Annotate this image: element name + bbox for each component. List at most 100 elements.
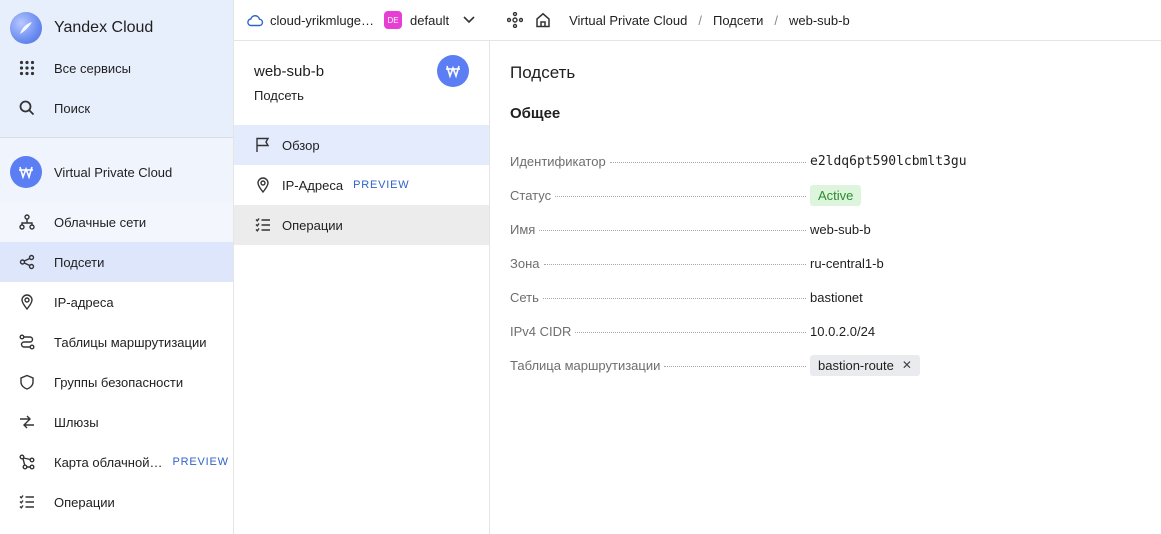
all-services-label: Все сервисы [54, 60, 131, 76]
breadcrumb-subnets[interactable]: Подсети [713, 13, 763, 28]
search-button[interactable]: Поиск [0, 88, 233, 128]
sidebar-item-label: Подсети [54, 254, 105, 270]
property-key: Имя [510, 221, 536, 237]
breadcrumb-vpc[interactable]: Virtual Private Cloud [569, 13, 687, 28]
network-icon [16, 211, 38, 233]
page-title: Подсеть [510, 63, 576, 82]
main-content: Подсеть Общее Идентификатор e2ldq6pt590l… [490, 41, 1161, 534]
folder-badge: DE [384, 11, 403, 29]
sidebar-item-operations[interactable]: Операции [0, 482, 233, 522]
sidebar-item-gateways[interactable]: Шлюзы [0, 402, 233, 442]
sidebar-item-ip-addresses[interactable]: IP-адреса [0, 282, 233, 322]
breadcrumb-separator: / [698, 12, 702, 28]
sidebar-item-label: Облачные сети [54, 214, 147, 230]
close-icon[interactable]: ✕ [902, 358, 912, 372]
sidebar-item-subnets[interactable]: Подсети [0, 242, 233, 282]
topology-icon[interactable] [507, 12, 524, 28]
sidebar-header: Yandex Cloud Все сервисы Поиск [0, 0, 233, 138]
all-services-button[interactable]: Все сервисы [0, 48, 233, 88]
sidebar-item-cloud-map[interactable]: Карта облачной… PREVIEW [0, 442, 233, 482]
folder-name: default [410, 12, 450, 28]
property-value-id[interactable]: e2ldq6pt590lcbmlt3gu [810, 154, 967, 169]
map-icon [16, 451, 38, 473]
chevron-down-icon [463, 16, 475, 24]
tab-label: Обзор [282, 137, 320, 153]
service-name: Virtual Private Cloud [54, 164, 173, 180]
tab-ip-addresses[interactable]: IP-Адреса PREVIEW [234, 165, 489, 205]
cloud-icon [246, 13, 264, 27]
home-icon[interactable] [535, 12, 551, 28]
preview-badge: PREVIEW [172, 456, 229, 468]
list-icon [16, 491, 38, 513]
location-pin-icon [16, 291, 38, 313]
status-badge: Active [810, 184, 862, 206]
service-header[interactable]: Virtual Private Cloud [0, 138, 233, 202]
grid-icon [16, 57, 38, 79]
dotted-leader [542, 297, 806, 299]
property-key: Таблица маршрутизации [510, 357, 661, 373]
sidebar-item-route-tables[interactable]: Таблицы маршрутизации [0, 322, 233, 362]
property-row-route-table: Таблица маршрутизации bastion-route ✕ [510, 348, 1161, 382]
cloud-name: cloud-yrikmluge… [270, 12, 375, 28]
route-table-name: bastion-route [818, 357, 894, 373]
left-sidebar: Yandex Cloud Все сервисы Поиск Virtual P… [0, 0, 234, 534]
breadcrumb-separator: / [774, 12, 778, 28]
resource-header: web-sub-b Подсеть [234, 41, 489, 125]
tab-overview[interactable]: Обзор [234, 125, 489, 165]
property-value-cidr: 10.0.2.0/24 [810, 323, 876, 339]
brand-name: Yandex Cloud [54, 19, 154, 36]
subnet-icon [16, 251, 38, 273]
breadcrumb-current: web-sub-b [789, 12, 850, 28]
sidebar-item-label: Таблицы маршрутизации [54, 334, 207, 350]
sidebar-item-label: Шлюзы [54, 414, 99, 430]
property-key: Статус [510, 187, 552, 203]
route-icon [16, 331, 38, 353]
dotted-leader [575, 331, 806, 333]
property-row-status: Статус Active [510, 178, 1161, 212]
tab-operations[interactable]: Операции [234, 205, 489, 245]
shield-icon [16, 371, 38, 393]
property-value-zone: ru-central1-b [810, 255, 884, 271]
vpc-icon [437, 55, 469, 87]
property-row-zone: Зона ru-central1-b [510, 246, 1161, 280]
gateway-icon [16, 411, 38, 433]
sidebar-item-label: Карта облачной… [54, 454, 163, 470]
sidebar-item-label: Группы безопасности [54, 374, 184, 390]
sidebar-item-label: Операции [54, 494, 115, 510]
property-key: Зона [510, 255, 540, 271]
dotted-leader [555, 195, 806, 197]
search-label: Поиск [54, 100, 91, 116]
folder-selector[interactable]: DE default [374, 11, 475, 29]
list-icon [254, 216, 272, 234]
dotted-leader [609, 161, 806, 163]
resource-panel: web-sub-b Подсеть Обзор IP-Адреса PREVIE… [234, 41, 490, 534]
property-value-name: web-sub-b [810, 221, 871, 237]
sidebar-item-networks[interactable]: Облачные сети [0, 202, 233, 242]
property-row-cidr: IPv4 CIDR 10.0.2.0/24 [510, 314, 1161, 348]
route-table-tag[interactable]: bastion-route ✕ [810, 354, 920, 376]
sidebar-item-label: IP-адреса [54, 294, 114, 310]
dotted-leader [539, 229, 806, 231]
cloud-selector[interactable]: cloud-yrikmluge… [246, 13, 374, 28]
section-title: Общее [510, 105, 561, 122]
sidebar-item-security-groups[interactable]: Группы безопасности [0, 362, 233, 402]
location-pin-icon [254, 176, 272, 194]
tab-label: Операции [282, 217, 343, 233]
property-row-network: Сеть bastionet [510, 280, 1161, 314]
yandex-cloud-logo-icon [10, 12, 42, 44]
property-key: Идентификатор [510, 153, 606, 169]
search-icon [16, 97, 38, 119]
preview-badge: PREVIEW [353, 179, 410, 191]
property-row-name: Имя web-sub-b [510, 212, 1161, 246]
property-row-id: Идентификатор e2ldq6pt590lcbmlt3gu [510, 144, 1161, 178]
resource-type: Подсеть [254, 88, 304, 103]
flag-icon [254, 136, 272, 154]
tab-label: IP-Адреса [282, 177, 344, 193]
dotted-leader [543, 263, 806, 265]
vpc-icon [10, 156, 42, 188]
network-link[interactable]: bastionet [810, 290, 863, 305]
property-key: IPv4 CIDR [510, 323, 572, 339]
dotted-leader [664, 365, 806, 367]
property-key: Сеть [510, 289, 539, 305]
brand[interactable]: Yandex Cloud [0, 8, 233, 48]
